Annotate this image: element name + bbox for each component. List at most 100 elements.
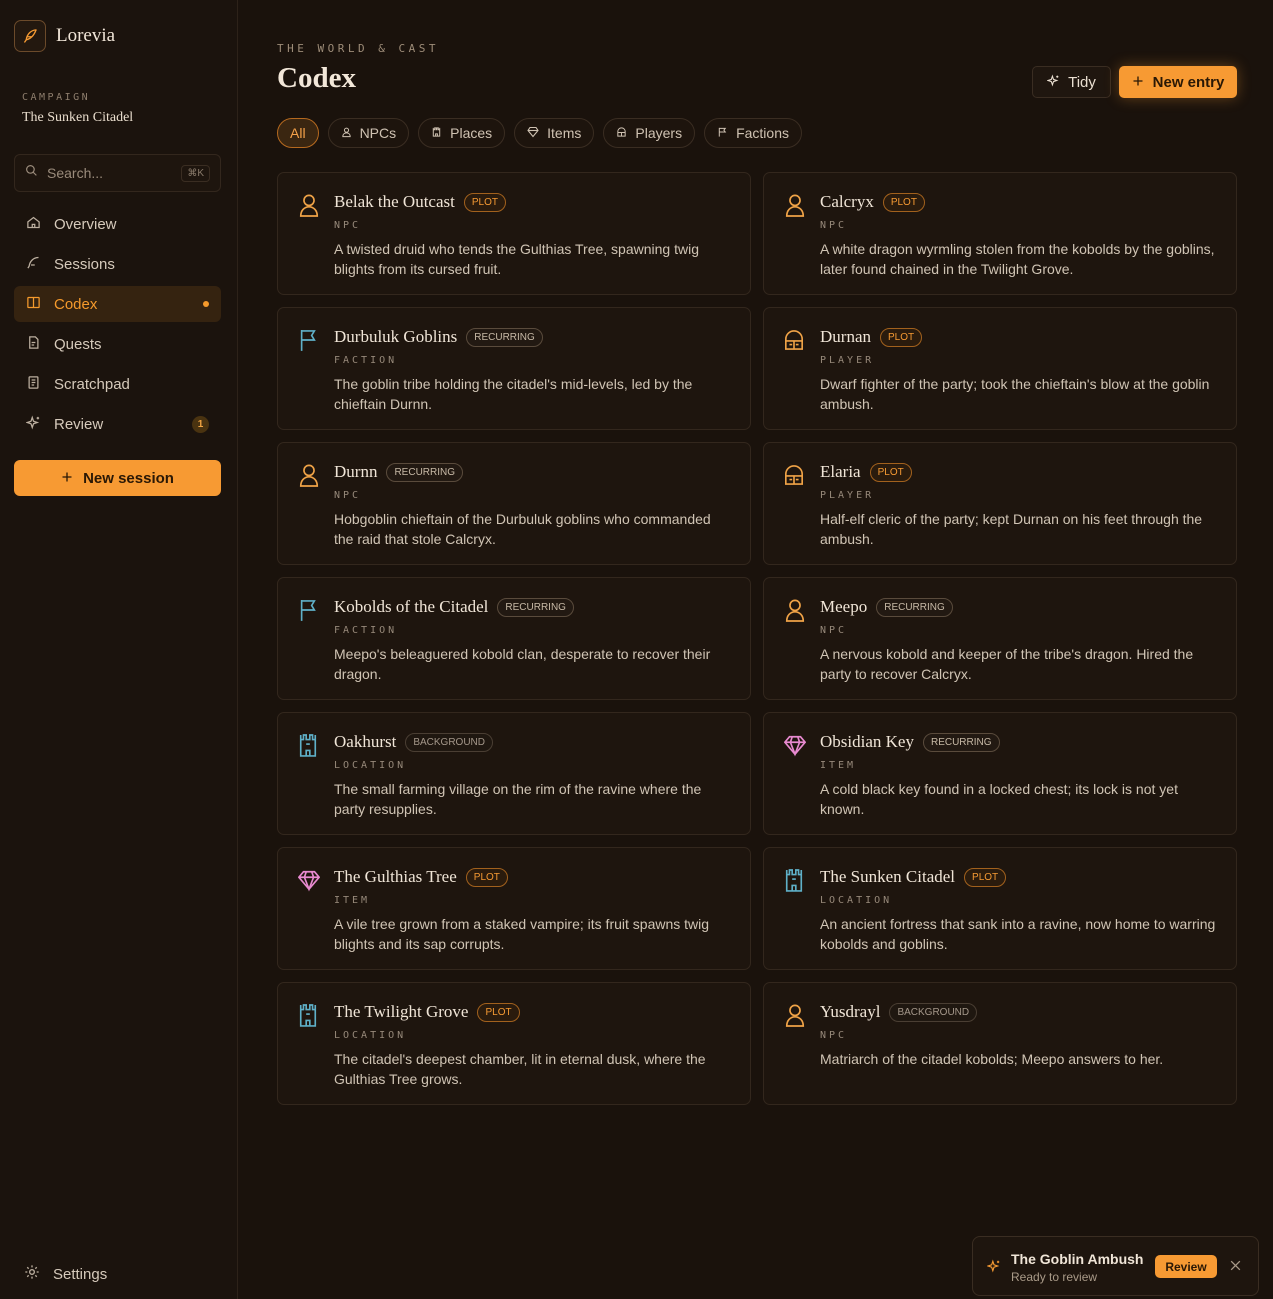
card-description: A cold black key found in a locked chest… xyxy=(820,781,1178,817)
card-description: Dwarf fighter of the party; took the chi… xyxy=(820,376,1210,412)
codex-card[interactable]: Durnan PLOT PLAYER Dwarf fighter of the … xyxy=(763,307,1237,430)
sparkle-icon xyxy=(25,415,41,434)
tower-icon xyxy=(784,868,806,892)
settings-label: Settings xyxy=(53,1265,108,1283)
search-box[interactable]: ⌘K xyxy=(14,154,221,192)
flag-icon xyxy=(717,125,728,141)
tower-icon xyxy=(298,733,320,757)
filter-npcs[interactable]: NPCs xyxy=(327,118,410,148)
card-description: An ancient fortress that sank into a rav… xyxy=(820,916,1216,952)
codex-card[interactable]: Calcryx PLOT NPC A white dragon wyrmling… xyxy=(763,172,1237,295)
sidebar-item-quests[interactable]: Quests xyxy=(14,326,221,362)
codex-card[interactable]: Meepo RECURRING NPC A nervous kobold and… xyxy=(763,577,1237,700)
card-description: A vile tree grown from a staked vampire;… xyxy=(334,916,710,952)
sparkle-icon xyxy=(986,1259,1001,1278)
sidebar-item-overview[interactable]: Overview xyxy=(14,206,221,242)
filter-label: Items xyxy=(547,125,582,141)
codex-card[interactable]: Kobolds of the Citadel RECURRING FACTION… xyxy=(277,577,751,700)
sidebar-nav: Overview Sessions Codex Quests Scratchpa… xyxy=(14,206,221,446)
codex-card[interactable]: Oakhurst BACKGROUND LOCATION The small f… xyxy=(277,712,751,835)
person-icon xyxy=(784,1003,806,1027)
new-session-button[interactable]: New session xyxy=(14,460,221,496)
card-description: A white dragon wyrmling stolen from the … xyxy=(820,241,1215,277)
card-description: Half-elf cleric of the party; kept Durna… xyxy=(820,511,1203,547)
status-badge: RECURRING xyxy=(876,597,953,617)
codex-card[interactable]: The Gulthias Tree PLOT ITEM A vile tree … xyxy=(277,847,751,970)
toast-subtitle: Ready to review xyxy=(1011,1270,1098,1284)
filter-factions[interactable]: Factions xyxy=(704,118,802,148)
new-entry-button[interactable]: New entry xyxy=(1119,66,1237,98)
sidebar-item-label: Sessions xyxy=(54,255,115,273)
card-title: The Gulthias Tree xyxy=(334,867,457,886)
card-description: The citadel's deepest chamber, lit in et… xyxy=(334,1051,706,1087)
sidebar-item-codex[interactable]: Codex xyxy=(14,286,221,322)
codex-card[interactable]: Belak the Outcast PLOT NPC A twisted dru… xyxy=(277,172,751,295)
status-badge: RECURRING xyxy=(466,327,543,347)
card-header: Yusdrayl BACKGROUND xyxy=(820,1002,978,1022)
helmet-icon xyxy=(616,125,627,141)
sidebar-item-label: Overview xyxy=(54,215,117,233)
codex-card[interactable]: The Sunken Citadel PLOT LOCATION An anci… xyxy=(763,847,1237,970)
campaign-name[interactable]: The Sunken Citadel xyxy=(22,110,133,126)
card-kind: NPC xyxy=(820,1030,848,1041)
card-header: Belak the Outcast PLOT xyxy=(334,192,506,212)
gear-icon xyxy=(24,1264,40,1284)
filter-places[interactable]: Places xyxy=(418,118,506,148)
card-title: The Sunken Citadel xyxy=(820,867,956,886)
card-title: Durnan xyxy=(820,327,871,346)
sidebar-item-review[interactable]: Review 1 xyxy=(14,406,221,442)
sidebar-item-scratchpad[interactable]: Scratchpad xyxy=(14,366,221,402)
tidy-button[interactable]: Tidy xyxy=(1032,66,1111,98)
quill-icon xyxy=(14,20,46,52)
card-header: Oakhurst BACKGROUND xyxy=(334,732,494,752)
codex-card[interactable]: Yusdrayl BACKGROUND NPC Matriarch of the… xyxy=(763,982,1237,1105)
page-title: Codex xyxy=(277,62,356,94)
search-input[interactable] xyxy=(47,165,167,181)
codex-card[interactable]: Durbuluk Goblins RECURRING FACTION The g… xyxy=(277,307,751,430)
status-badge: PLOT xyxy=(879,327,923,347)
filter-label: All xyxy=(290,125,306,141)
card-description: Hobgoblin chieftain of the Durbuluk gobl… xyxy=(334,511,711,547)
filter-label: Factions xyxy=(736,125,789,141)
card-kind: LOCATION xyxy=(820,895,893,906)
codex-card[interactable]: The Twilight Grove PLOT LOCATION The cit… xyxy=(277,982,751,1105)
brand[interactable]: Lorevia xyxy=(14,20,115,52)
card-kind: LOCATION xyxy=(334,760,407,771)
card-title: Durbuluk Goblins xyxy=(334,327,458,346)
filter-players[interactable]: Players xyxy=(603,118,696,148)
status-badge: RECURRING xyxy=(386,462,464,482)
home-icon xyxy=(26,215,41,234)
search-icon xyxy=(25,164,38,182)
new-entry-label: New entry xyxy=(1152,73,1225,91)
card-title: The Twilight Grove xyxy=(334,1002,469,1021)
feather-icon xyxy=(26,255,41,274)
toast-review-button[interactable]: Review xyxy=(1155,1255,1217,1278)
status-badge: RECURRING xyxy=(922,732,1000,752)
filter-items[interactable]: Items xyxy=(514,118,595,148)
card-title: Obsidian Key xyxy=(820,732,914,751)
gem-icon xyxy=(297,868,321,892)
codex-card[interactable]: Durnn RECURRING NPC Hobgoblin chieftain … xyxy=(277,442,751,565)
flag-icon xyxy=(298,328,320,352)
card-header: Elaria PLOT xyxy=(820,462,912,482)
review-count-badge: 1 xyxy=(192,415,209,433)
page-eyebrow: THE WORLD & CAST xyxy=(277,42,439,55)
close-icon[interactable] xyxy=(1229,1259,1242,1277)
card-kind: ITEM xyxy=(820,760,857,771)
card-title: Kobolds of the Citadel xyxy=(334,597,489,616)
card-kind: NPC xyxy=(334,490,362,501)
codex-card[interactable]: Obsidian Key RECURRING ITEM A cold black… xyxy=(763,712,1237,835)
sidebar-item-label: Scratchpad xyxy=(54,375,130,393)
sidebar-item-sessions[interactable]: Sessions xyxy=(14,246,221,282)
status-badge: PLOT xyxy=(465,867,508,887)
review-toast: The Goblin Ambush Ready to review Review xyxy=(972,1236,1259,1296)
card-title: Belak the Outcast xyxy=(334,192,455,211)
flag-icon xyxy=(298,598,320,622)
person-icon xyxy=(341,125,352,141)
filter-all[interactable]: All xyxy=(277,118,319,148)
card-kind: NPC xyxy=(820,220,848,231)
codex-card[interactable]: Elaria PLOT PLAYER Half-elf cleric of th… xyxy=(763,442,1237,565)
plus-icon xyxy=(61,470,73,487)
settings-link[interactable]: Settings xyxy=(24,1264,107,1284)
card-header: Kobolds of the Citadel RECURRING xyxy=(334,597,574,617)
